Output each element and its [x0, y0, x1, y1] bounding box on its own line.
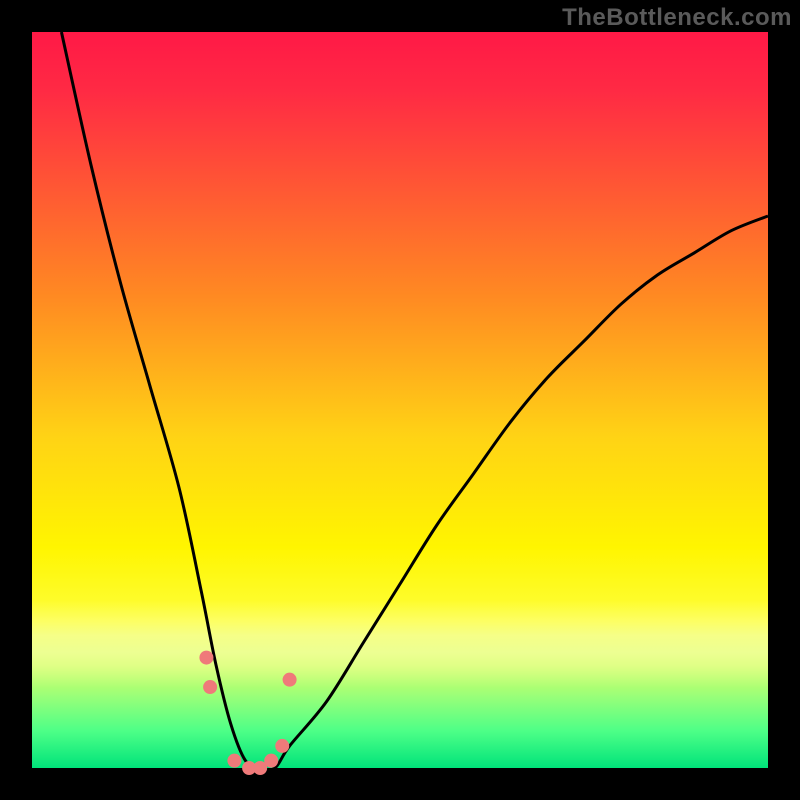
highlight-marker — [264, 754, 278, 768]
watermark-text: TheBottleneck.com — [562, 4, 792, 32]
curve-layer — [32, 32, 768, 768]
highlight-marker — [283, 673, 297, 687]
bottleneck-curve-path — [61, 32, 768, 770]
plot-area — [32, 32, 768, 768]
chart-frame: TheBottleneck.com — [0, 0, 800, 800]
highlight-marker — [199, 651, 213, 665]
highlight-marker — [227, 754, 241, 768]
highlight-marker — [275, 739, 289, 753]
highlight-marker — [203, 680, 217, 694]
